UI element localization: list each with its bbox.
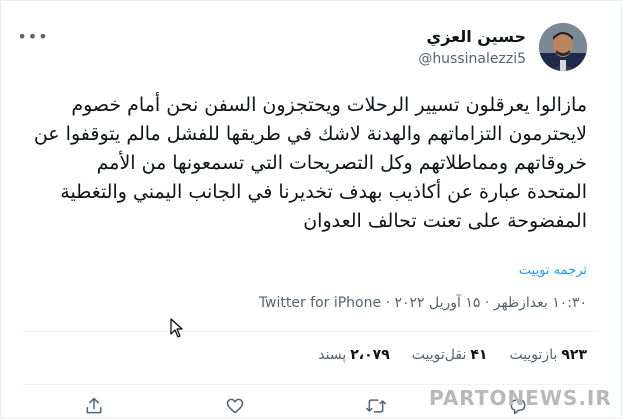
divider [23,331,599,332]
more-options-button[interactable]: ••• [17,27,47,46]
like-button[interactable] [224,395,246,417]
site-watermark: PARTONEWS.IR [429,386,612,410]
translate-tweet-link[interactable]: ترجمه توییت [519,263,587,278]
likes-stat[interactable]: ۲،۰۷۹پسند [318,347,389,363]
share-button[interactable] [83,395,105,417]
quotes-stat[interactable]: ۴۱نقل‌توییت [412,347,488,363]
more-dots-icon: ••• [17,26,49,46]
avatar[interactable] [539,23,587,71]
retweets-count: ۹۲۳ [561,347,587,363]
retweet-button[interactable] [365,395,387,417]
quotes-label: نقل‌توییت [411,347,467,363]
author-handle[interactable]: @hussinalezzi5 [418,51,526,67]
tweet-card: ••• حسين العزي @hussinalezzi5 مازالوا يع… [0,0,622,419]
divider [23,384,599,385]
tweet-timestamp[interactable]: ۱۰:۳۰ بعدازظهر · ۱۵ آوریل ۲۰۲۲ · Twitter… [259,295,587,311]
likes-count: ۲،۰۷۹ [350,347,390,363]
retweet-icon [366,399,386,413]
author-name[interactable]: حسين العزي [427,27,526,46]
retweets-stat[interactable]: ۹۲۳بازتوییت [509,347,587,363]
heart-icon [226,398,244,414]
tweet-text: مازالوا يعرقلون تسيير الرحلات ويحتجزون ا… [33,94,587,232]
likes-label: پسند [318,347,347,363]
tweet-stats: ۹۲۳بازتوییت ۴۱نقل‌توییت ۲،۰۷۹پسند [318,347,587,363]
avatar-image [539,23,587,71]
quotes-count: ۴۱ [470,347,488,363]
mouse-cursor-icon [170,318,183,338]
retweets-label: بازتوییت [509,347,558,363]
share-icon [86,397,102,414]
